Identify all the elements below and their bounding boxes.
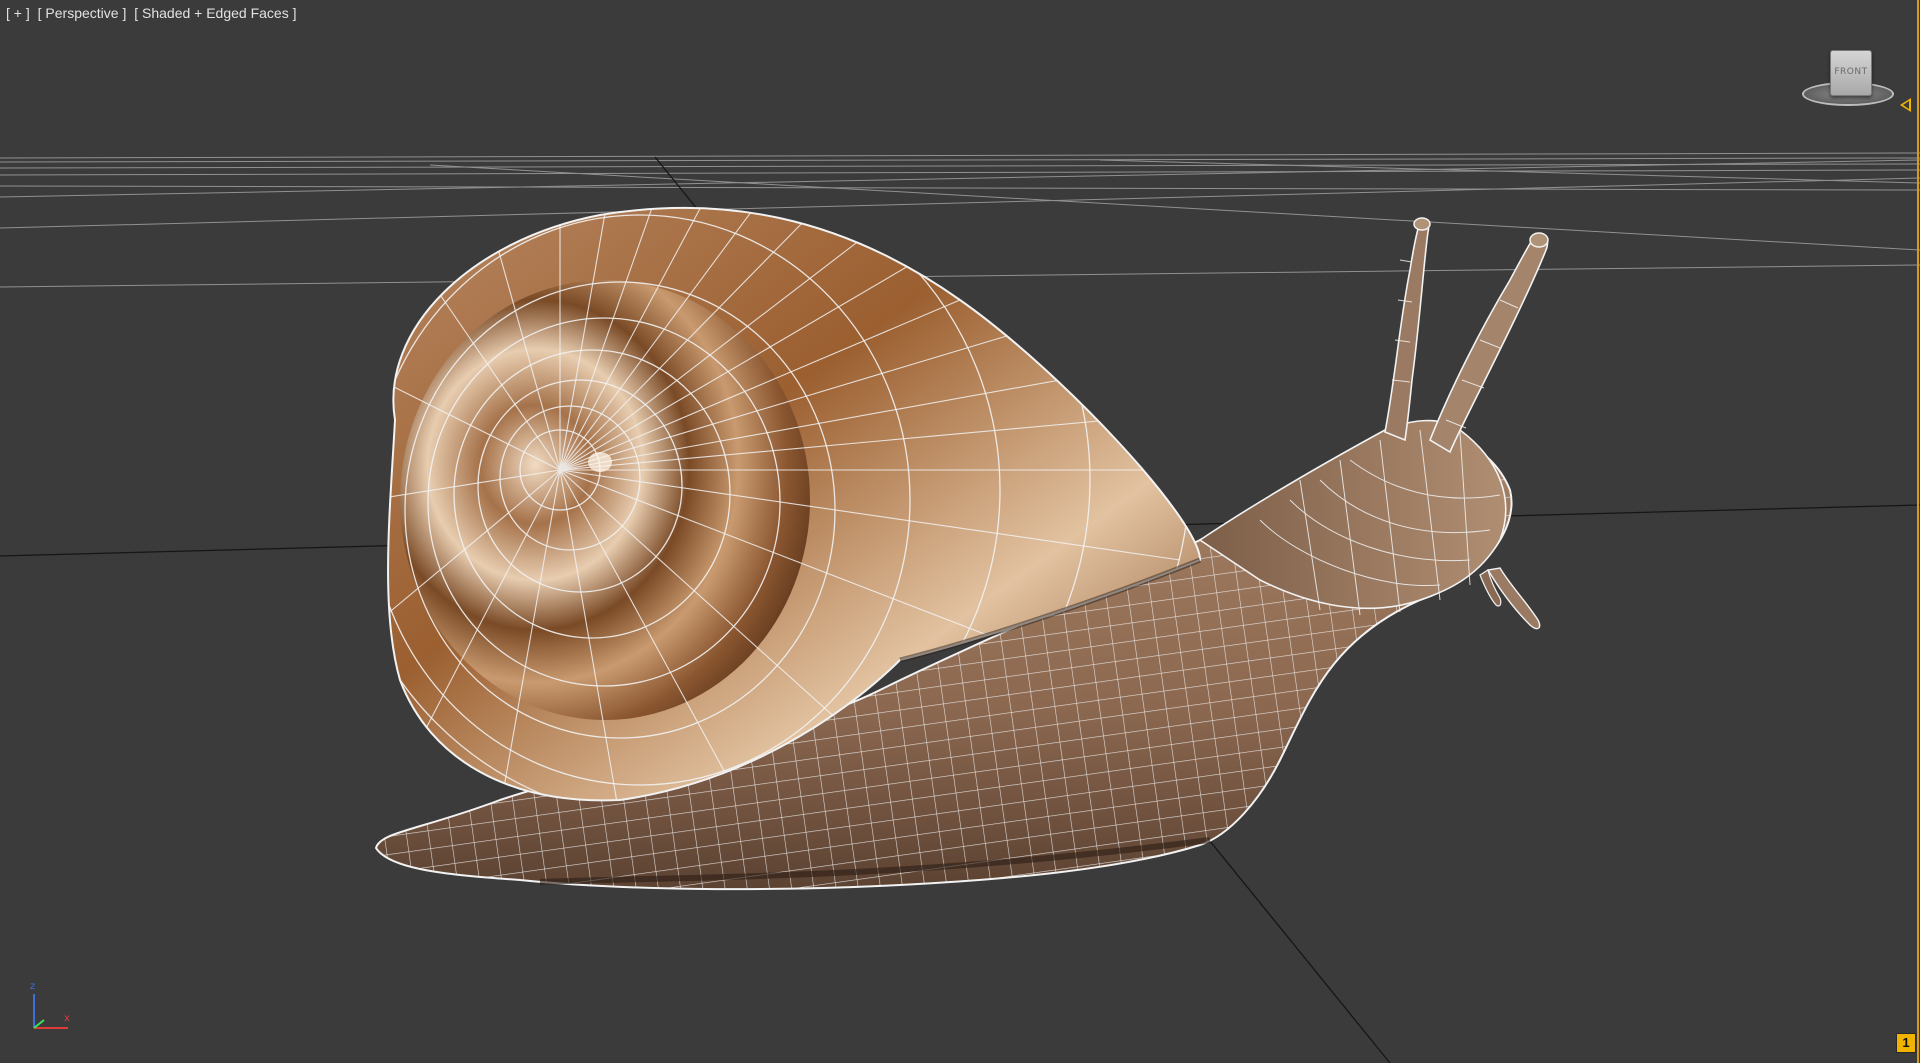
axis-z-label: z (30, 981, 36, 992)
time-slider-key-marker-icon[interactable] (1900, 98, 1911, 112)
view-type-menu[interactable]: [ Perspective ] (38, 4, 127, 22)
viewport-label: [ + ] [ Perspective ] [ Shaded + Edged F… (6, 4, 301, 22)
viewcube-cube[interactable]: FRONT (1830, 50, 1872, 96)
ground-grid (0, 152, 1920, 288)
time-slider-frame-handle[interactable]: 1 (1896, 1033, 1916, 1053)
axis-tripod: z x (24, 980, 84, 1030)
shading-mode-menu[interactable]: [ Shaded + Edged Faces ] (134, 4, 296, 22)
perspective-viewport[interactable]: [ + ] [ Perspective ] [ Shaded + Edged F… (0, 0, 1920, 1063)
viewcube[interactable]: FRONT (1798, 44, 1898, 112)
scene-canvas[interactable] (0, 0, 1920, 1063)
viewport-menu-button[interactable]: [ + ] (6, 4, 30, 22)
snail-head[interactable] (1198, 217, 1549, 630)
time-slider-track[interactable] (1917, 0, 1919, 1063)
viewcube-face-label: FRONT (1834, 67, 1868, 77)
axis-x-label: x (64, 1013, 70, 1024)
